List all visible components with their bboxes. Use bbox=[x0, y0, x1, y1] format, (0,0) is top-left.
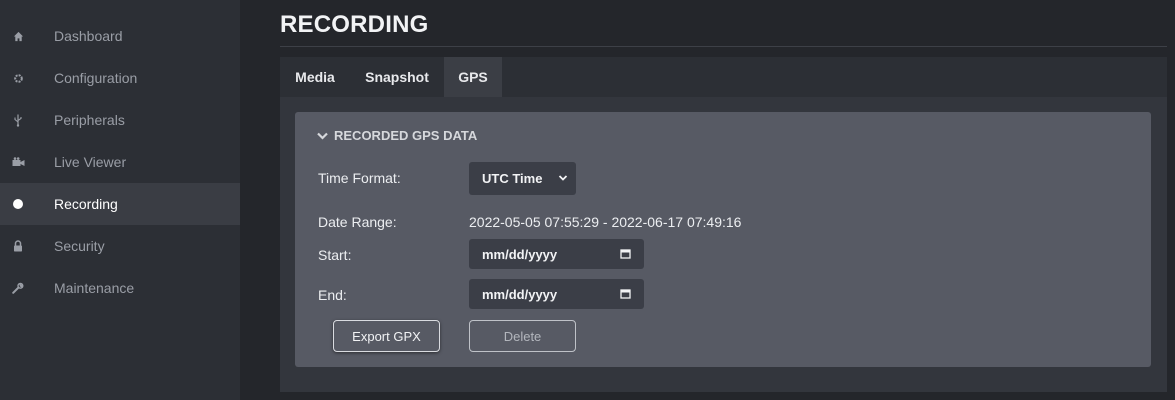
sidebar-item-dashboard[interactable]: Dashboard bbox=[0, 15, 240, 57]
tab-media[interactable]: Media bbox=[280, 57, 350, 97]
calendar-icon bbox=[620, 249, 631, 259]
time-format-select[interactable]: UTC Time bbox=[469, 162, 576, 195]
sidebar-item-label: Recording bbox=[54, 196, 118, 212]
sidebar-item-live-viewer[interactable]: Live Viewer bbox=[0, 141, 240, 183]
sidebar-item-label: Configuration bbox=[54, 70, 138, 86]
sidebar-item-recording[interactable]: Recording bbox=[0, 183, 240, 225]
end-label: End: bbox=[318, 287, 347, 303]
export-gpx-button[interactable]: Export GPX bbox=[333, 320, 440, 352]
video-camera-icon bbox=[11, 155, 25, 169]
end-date-value: mm/dd/yyyy bbox=[482, 286, 558, 302]
chevron-down-icon bbox=[317, 132, 328, 140]
home-icon bbox=[11, 29, 25, 43]
sidebar-item-peripherals[interactable]: Peripherals bbox=[0, 99, 240, 141]
date-range-value: 2022-05-05 07:55:29 - 2022-06-17 07:49:1… bbox=[469, 214, 742, 230]
gear-icon bbox=[11, 71, 25, 85]
sidebar-item-label: Dashboard bbox=[54, 28, 123, 44]
app-window: Dashboard Configuration Peripherals Live… bbox=[0, 0, 1175, 400]
chevron-down-icon bbox=[558, 175, 568, 181]
sidebar-item-label: Security bbox=[54, 238, 105, 254]
time-format-value: UTC Time bbox=[482, 171, 543, 186]
tab-gps[interactable]: GPS bbox=[444, 57, 502, 97]
start-label: Start: bbox=[318, 247, 352, 263]
page-title: RECORDING bbox=[280, 11, 429, 38]
sidebar-item-maintenance[interactable]: Maintenance bbox=[0, 267, 240, 309]
usb-icon bbox=[11, 113, 25, 127]
sidebar-item-configuration[interactable]: Configuration bbox=[0, 57, 240, 99]
section-toggle[interactable]: RECORDED GPS DATA bbox=[317, 128, 477, 143]
calendar-icon bbox=[620, 289, 631, 299]
tab-snapshot[interactable]: Snapshot bbox=[354, 57, 440, 97]
end-date-input[interactable]: mm/dd/yyyy bbox=[469, 279, 644, 309]
time-format-label: Time Format: bbox=[318, 170, 401, 186]
date-range-label: Date Range: bbox=[318, 214, 397, 230]
lock-icon bbox=[11, 239, 25, 253]
recording-panel: Media Snapshot GPS RECORDED GPS DATA Tim… bbox=[280, 57, 1167, 392]
sidebar-item-security[interactable]: Security bbox=[0, 225, 240, 267]
title-divider bbox=[280, 46, 1167, 47]
section-title: RECORDED GPS DATA bbox=[334, 128, 478, 143]
sidebar-item-label: Live Viewer bbox=[54, 154, 127, 170]
start-date-input[interactable]: mm/dd/yyyy bbox=[469, 239, 644, 269]
tab-bar: Media Snapshot GPS bbox=[280, 57, 1167, 97]
start-date-value: mm/dd/yyyy bbox=[482, 246, 558, 262]
sidebar-item-label: Peripherals bbox=[54, 112, 125, 128]
record-dot-icon bbox=[11, 197, 25, 211]
gps-data-card: RECORDED GPS DATA Time Format: UTC Time … bbox=[295, 112, 1151, 367]
sidebar: Dashboard Configuration Peripherals Live… bbox=[0, 0, 240, 400]
wrench-icon bbox=[11, 281, 25, 295]
delete-button[interactable]: Delete bbox=[469, 320, 576, 352]
sidebar-item-label: Maintenance bbox=[54, 280, 135, 296]
